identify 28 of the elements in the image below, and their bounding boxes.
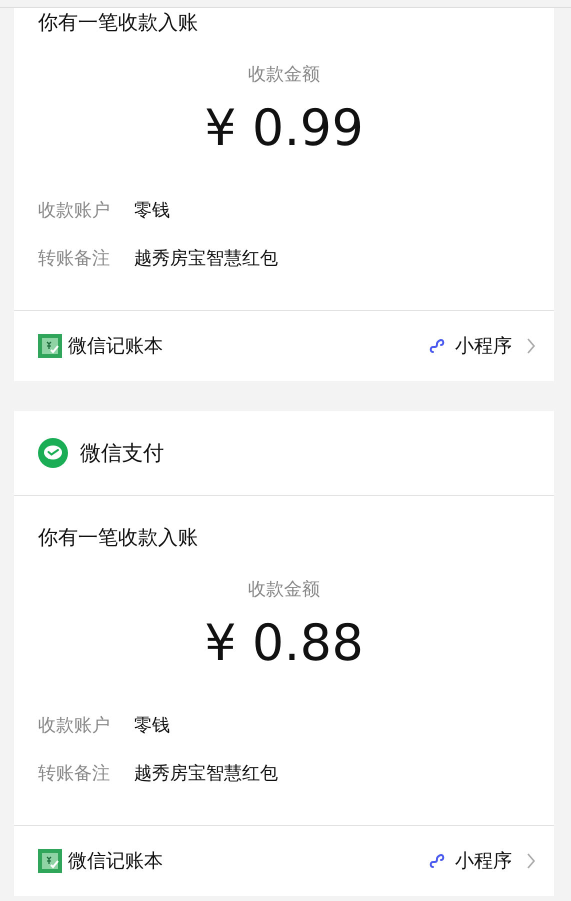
mini-program-label: 小程序 bbox=[455, 334, 512, 359]
link-icon bbox=[427, 336, 447, 356]
field-value: 越秀房宝智慧红包 bbox=[134, 247, 278, 271]
chevron-right-icon bbox=[526, 852, 536, 870]
field-label: 转账备注 bbox=[38, 247, 111, 271]
app-name: 微信记账本 bbox=[68, 849, 163, 874]
service-name: 微信支付 bbox=[80, 440, 164, 467]
amount-value: ¥ 0.99 bbox=[203, 98, 365, 158]
field-label: 转账备注 bbox=[38, 762, 111, 786]
amount-label: 收款金额 bbox=[247, 63, 321, 87]
field-value: 零钱 bbox=[134, 199, 170, 223]
field-label: 收款账户 bbox=[38, 714, 111, 738]
link-icon bbox=[427, 851, 447, 871]
message-title: 你有一笔收款入账 bbox=[38, 9, 199, 36]
app-name: 微信记账本 bbox=[68, 334, 163, 359]
ledger-icon bbox=[38, 849, 62, 873]
field-value: 零钱 bbox=[134, 714, 170, 738]
field-label: 收款账户 bbox=[38, 199, 111, 223]
message-title: 你有一笔收款入账 bbox=[38, 524, 199, 551]
amount-label: 收款金额 bbox=[247, 578, 321, 602]
mini-program-label: 小程序 bbox=[455, 849, 512, 874]
chat-bubble-icon bbox=[38, 438, 68, 468]
chevron-right-icon bbox=[526, 337, 536, 355]
footer-link[interactable]: 微信记账本 小程序 bbox=[14, 825, 554, 896]
footer-link[interactable]: 微信记账本 小程序 bbox=[14, 310, 554, 381]
amount-value: ¥ 0.88 bbox=[203, 613, 365, 673]
field-value: 越秀房宝智慧红包 bbox=[134, 762, 278, 786]
ledger-icon bbox=[38, 334, 62, 358]
